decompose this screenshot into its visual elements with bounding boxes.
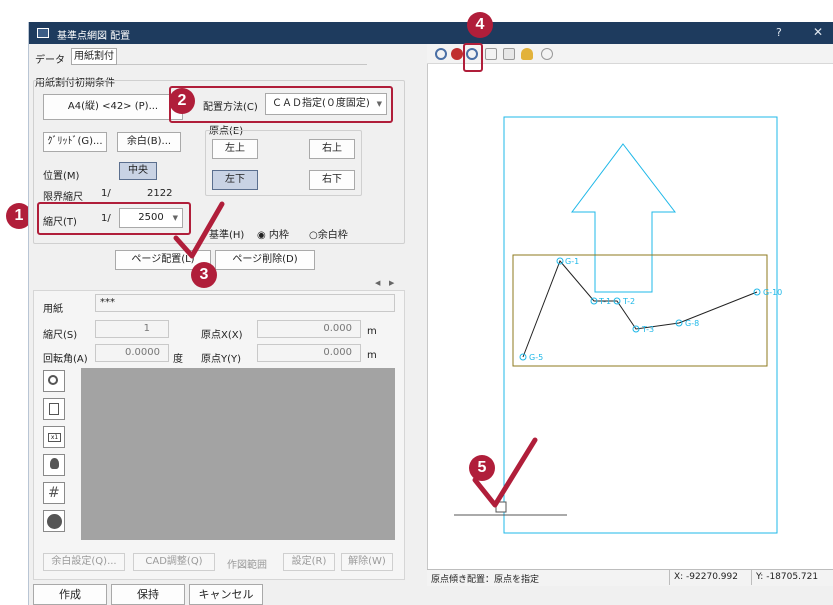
- label-t3: T-3: [641, 325, 654, 334]
- layout-method-label: 配置方法(C): [203, 102, 258, 113]
- chevron-down-icon: ▼: [376, 100, 382, 108]
- checkmark-3: [173, 201, 225, 259]
- origin-top-right[interactable]: 右上: [309, 139, 355, 159]
- origin-y-field[interactable]: 0.000: [257, 344, 361, 362]
- origin-y-unit: m: [367, 350, 377, 361]
- layout-method-select[interactable]: ＣＡＤ指定(０度固定) ▼: [265, 93, 387, 115]
- callout-4: 4: [467, 12, 493, 38]
- callout-2: 2: [169, 88, 195, 114]
- close-button[interactable]: ✕: [813, 25, 823, 39]
- label-t2: T-2: [622, 297, 635, 306]
- cancel-set-button[interactable]: 解除(W): [341, 553, 393, 571]
- stamp-icon[interactable]: [43, 398, 65, 420]
- radio-empty-icon: ○: [309, 230, 318, 241]
- origin-x-field[interactable]: 0.000: [257, 320, 361, 338]
- nav-next-icon[interactable]: ▶: [389, 279, 394, 287]
- layer-icon[interactable]: [503, 48, 515, 60]
- page-delete-button[interactable]: ページ削除(D): [215, 250, 315, 270]
- grid-icon[interactable]: #: [43, 482, 65, 504]
- label-g8: G-8: [685, 319, 699, 328]
- settings-icon[interactable]: [541, 48, 553, 60]
- drawing-canvas: G-1 T-1 T-2 T-3 G-8 G-10 G-5: [454, 116, 782, 534]
- status-x: X: -92270.992: [669, 570, 747, 585]
- origin-bottom-left[interactable]: 左下: [212, 170, 258, 190]
- light-icon[interactable]: [521, 48, 533, 60]
- tab-data[interactable]: データ: [35, 51, 65, 66]
- label-g10: G-10: [763, 288, 782, 297]
- fit-icon[interactable]: x1: [43, 426, 65, 448]
- dialog-window: 基準点網図 配置 ? ✕ データ 用紙割付 用紙割付初期条件 A4(縦) <42…: [28, 12, 833, 605]
- label-g5: G-5: [529, 353, 543, 362]
- basis-outer-radio[interactable]: ○余白枠: [309, 226, 348, 241]
- position-button[interactable]: 中央: [119, 162, 157, 180]
- callout-5: 5: [469, 455, 495, 481]
- label-g1: G-1: [565, 257, 579, 266]
- tab-underline: [117, 64, 367, 65]
- origin-x-label: 原点X(X): [201, 330, 243, 341]
- origin-top-left[interactable]: 左上: [212, 139, 258, 159]
- basis-inner-radio[interactable]: ◉ 内枠: [257, 226, 289, 241]
- cad-adjust-button[interactable]: CAD調整(Q): [133, 553, 215, 571]
- paper-label: 用紙: [43, 304, 63, 315]
- set-button[interactable]: 設定(R): [283, 553, 335, 571]
- title-bar: 基準点網図 配置 ? ✕: [29, 22, 833, 44]
- zoom-all-icon[interactable]: [451, 48, 463, 60]
- circle-icon[interactable]: [43, 510, 65, 532]
- window-icon: [37, 28, 49, 38]
- origin-x-unit: m: [367, 326, 377, 337]
- rotation-label: 回転角(A): [43, 354, 88, 365]
- limit-scale-label: 限界縮尺: [43, 192, 83, 203]
- scale-s-label: 縮尺(S): [43, 330, 78, 341]
- status-message: 原点傾き配置：原点を指定: [431, 575, 540, 585]
- help-button[interactable]: ?: [776, 26, 782, 39]
- rotation-unit: 度: [173, 354, 183, 365]
- scale-label: 縮尺(T): [43, 217, 77, 228]
- position-label: 位置(M): [43, 171, 80, 182]
- status-y: Y: -18705.721: [751, 570, 831, 585]
- scale-prefix: 1/: [101, 213, 111, 224]
- bulb-icon[interactable]: [43, 454, 65, 476]
- label-t1: T-1: [598, 297, 611, 306]
- draw-range-label: 作図範囲: [227, 560, 267, 571]
- rotation-field[interactable]: 0.0000: [95, 344, 169, 362]
- save-button[interactable]: 保持: [111, 584, 185, 605]
- limit-scale-prefix: 1/: [101, 188, 111, 199]
- nav-prev-icon[interactable]: ◀: [375, 279, 380, 287]
- create-button[interactable]: 作成: [33, 584, 107, 605]
- preview-area: [81, 368, 395, 540]
- grid-button[interactable]: ｸﾞﾘｯﾄﾞ(G)...: [43, 132, 107, 152]
- paper-field: ***: [95, 294, 395, 312]
- margin-settings-button[interactable]: 余白設定(Q)...: [43, 553, 125, 571]
- network-line: [522, 260, 758, 358]
- scale-s-select[interactable]: 1: [95, 320, 169, 338]
- north-arrow: [571, 143, 677, 293]
- radio-checked-icon: ◉: [257, 230, 269, 241]
- tab-paper-layout[interactable]: 用紙割付: [71, 48, 117, 65]
- zoom-in-icon[interactable]: [435, 48, 447, 60]
- page-frame: [503, 116, 778, 534]
- origin-y-label: 原点Y(Y): [201, 354, 242, 365]
- cancel-button[interactable]: キャンセル: [189, 584, 263, 605]
- origin-bottom-right[interactable]: 右下: [309, 170, 355, 190]
- page-icon[interactable]: [485, 48, 497, 60]
- margin-button[interactable]: 余白(B)...: [117, 132, 181, 152]
- data-extent: [512, 254, 768, 367]
- zoom-icon[interactable]: [43, 370, 65, 392]
- limit-scale-value: 2122: [147, 188, 173, 199]
- window-title: 基準点網図 配置: [57, 31, 131, 42]
- paper-size-button[interactable]: A4(縦) <42> (P)...: [43, 94, 183, 120]
